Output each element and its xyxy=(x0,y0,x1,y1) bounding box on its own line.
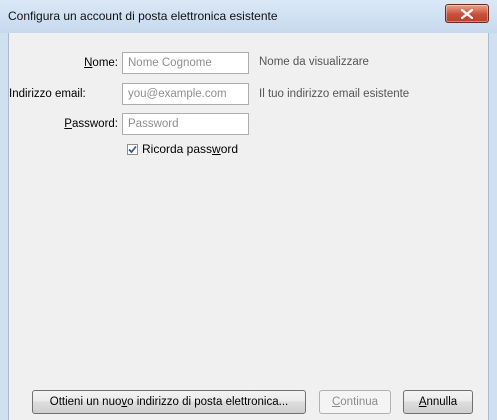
continue-button[interactable]: Continua xyxy=(319,390,391,414)
title-bar: Configura un account di posta elettronic… xyxy=(0,0,497,33)
password-field[interactable] xyxy=(122,113,249,135)
name-label: Nome: xyxy=(84,57,118,69)
email-hint: Il tuo indirizzo email esistente xyxy=(259,88,410,100)
get-new-address-label: Ottieni un nuovo indirizzo di posta elet… xyxy=(49,396,289,408)
email-field[interactable] xyxy=(122,83,249,105)
email-label: Indirizzo email: xyxy=(9,88,86,100)
close-button[interactable] xyxy=(445,4,489,23)
cancel-button[interactable]: Annulla xyxy=(403,390,473,414)
password-label: Password: xyxy=(64,118,118,130)
remember-password-label: Ricorda password xyxy=(142,142,239,156)
cancel-label: Annulla xyxy=(418,396,458,408)
get-new-address-button[interactable]: Ottieni un nuovo indirizzo di posta elet… xyxy=(32,390,306,414)
checkmark-icon xyxy=(128,145,137,153)
dialog-title: Configura un account di posta elettronic… xyxy=(8,9,278,23)
remember-password-checkbox[interactable]: Ricorda password xyxy=(127,142,238,156)
checkbox-box[interactable] xyxy=(127,143,138,155)
account-setup-dialog: Configura un account di posta elettronic… xyxy=(0,0,497,420)
name-hint: Nome da visualizzare xyxy=(259,56,369,68)
continue-label: Continua xyxy=(331,396,379,408)
name-field[interactable] xyxy=(122,52,249,74)
close-icon xyxy=(461,8,473,19)
dialog-body: Nome: Nome da visualizzare Indirizzo ema… xyxy=(8,33,489,420)
